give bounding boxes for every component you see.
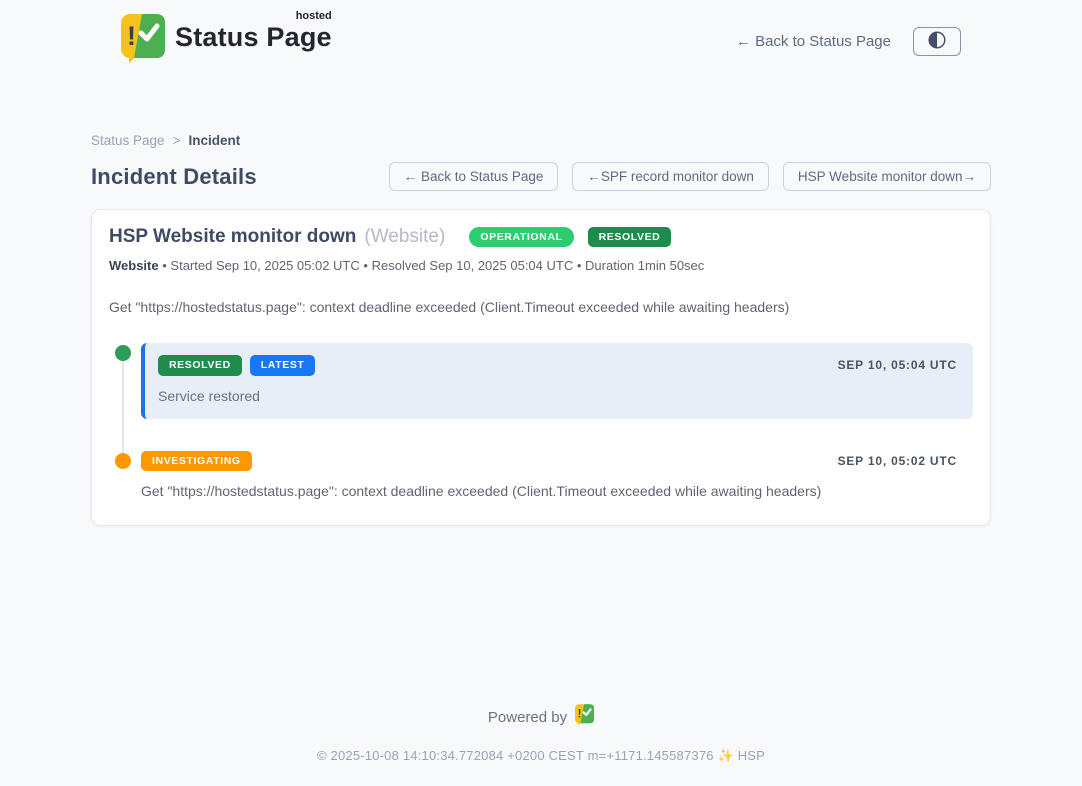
timeline-timestamp: SEP 10, 05:04 UTC xyxy=(838,358,957,372)
previous-incident-button[interactable]: ←SPF record monitor down xyxy=(572,162,769,191)
brand-name: Status Page xyxy=(175,22,332,52)
brand-superscript: hosted xyxy=(296,10,332,22)
resolved-badge: RESOLVED xyxy=(158,355,242,376)
svg-text:!: ! xyxy=(578,708,582,721)
timeline-timestamp: SEP 10, 05:02 UTC xyxy=(838,454,957,468)
meta-separator-1: • xyxy=(162,258,167,273)
incident-duration: Duration 1min 50sec xyxy=(585,258,704,273)
powered-by-link[interactable]: Powered by ! xyxy=(488,704,594,730)
breadcrumb-incident: Incident xyxy=(188,133,240,148)
svg-text:!: ! xyxy=(127,21,136,51)
breadcrumb-separator: > xyxy=(173,133,181,148)
timeline-entry-body: INVESTIGATING SEP 10, 05:02 UTC Get "htt… xyxy=(141,449,973,500)
incident-meta: Website • Started Sep 10, 2025 05:02 UTC… xyxy=(109,258,973,273)
hsp-mini-logo-icon: ! xyxy=(575,704,594,730)
main-content: Status Page > Incident Incident Details … xyxy=(91,69,991,704)
incident-card: HSP Website monitor down (Website) OPERA… xyxy=(91,209,991,526)
copyright-text: © 2025-10-08 14:10:34.772084 +0200 CEST … xyxy=(0,748,1082,764)
timeline-entry-body-latest: RESOLVED LATEST SEP 10, 05:04 UTC Servic… xyxy=(141,343,973,419)
breadcrumb: Status Page > Incident xyxy=(91,133,991,148)
spacer xyxy=(91,526,991,704)
timeline-dot-orange xyxy=(115,453,131,469)
timeline-entry-investigating: INVESTIGATING SEP 10, 05:02 UTC Get "htt… xyxy=(109,449,973,500)
brand-logo[interactable]: ! hosted Status Page xyxy=(121,14,332,69)
operational-badge: OPERATIONAL xyxy=(469,227,573,248)
incident-title: HSP Website monitor down xyxy=(109,226,356,248)
incident-scope: (Website) xyxy=(364,226,445,248)
timeline-message: Service restored xyxy=(158,388,957,404)
incident-nav-buttons: ← Back to Status Page ←SPF record monito… xyxy=(389,162,991,191)
incident-service: Website xyxy=(109,258,159,273)
meta-separator-2: • xyxy=(363,258,368,273)
timeline-entry-resolved: RESOLVED LATEST SEP 10, 05:04 UTC Servic… xyxy=(109,343,973,419)
powered-by-label: Powered by xyxy=(488,709,567,726)
incident-description: Get "https://hostedstatus.page": context… xyxy=(109,299,973,315)
timeline-message: Get "https://hostedstatus.page": context… xyxy=(141,483,957,499)
brand-text: hosted Status Page xyxy=(175,14,332,53)
incident-resolved: Resolved Sep 10, 2025 05:04 UTC xyxy=(372,258,574,273)
latest-badge: LATEST xyxy=(250,355,316,376)
next-incident-button[interactable]: HSP Website monitor down→ xyxy=(783,162,991,191)
dark-mode-icon xyxy=(926,29,948,54)
breadcrumb-status-page[interactable]: Status Page xyxy=(91,133,165,148)
theme-toggle-button[interactable] xyxy=(913,27,961,56)
header: ! hosted Status Page ← Back to Status Pa… xyxy=(0,0,1082,69)
status-page-logo-icon: ! xyxy=(121,14,165,69)
footer: Powered by ! © 2025-10-08 14:10:34.77208… xyxy=(0,704,1082,786)
page-title: Incident Details xyxy=(91,164,257,190)
timeline-dot-green xyxy=(115,345,131,361)
back-to-status-page-button[interactable]: ← Back to Status Page xyxy=(389,162,559,191)
incident-timeline: RESOLVED LATEST SEP 10, 05:04 UTC Servic… xyxy=(109,343,973,499)
meta-separator-3: • xyxy=(577,258,582,273)
resolved-status-badge: RESOLVED xyxy=(588,227,672,248)
investigating-badge: INVESTIGATING xyxy=(141,451,252,472)
header-back-link[interactable]: ← Back to Status Page xyxy=(736,33,891,50)
incident-started: Started Sep 10, 2025 05:02 UTC xyxy=(170,258,359,273)
